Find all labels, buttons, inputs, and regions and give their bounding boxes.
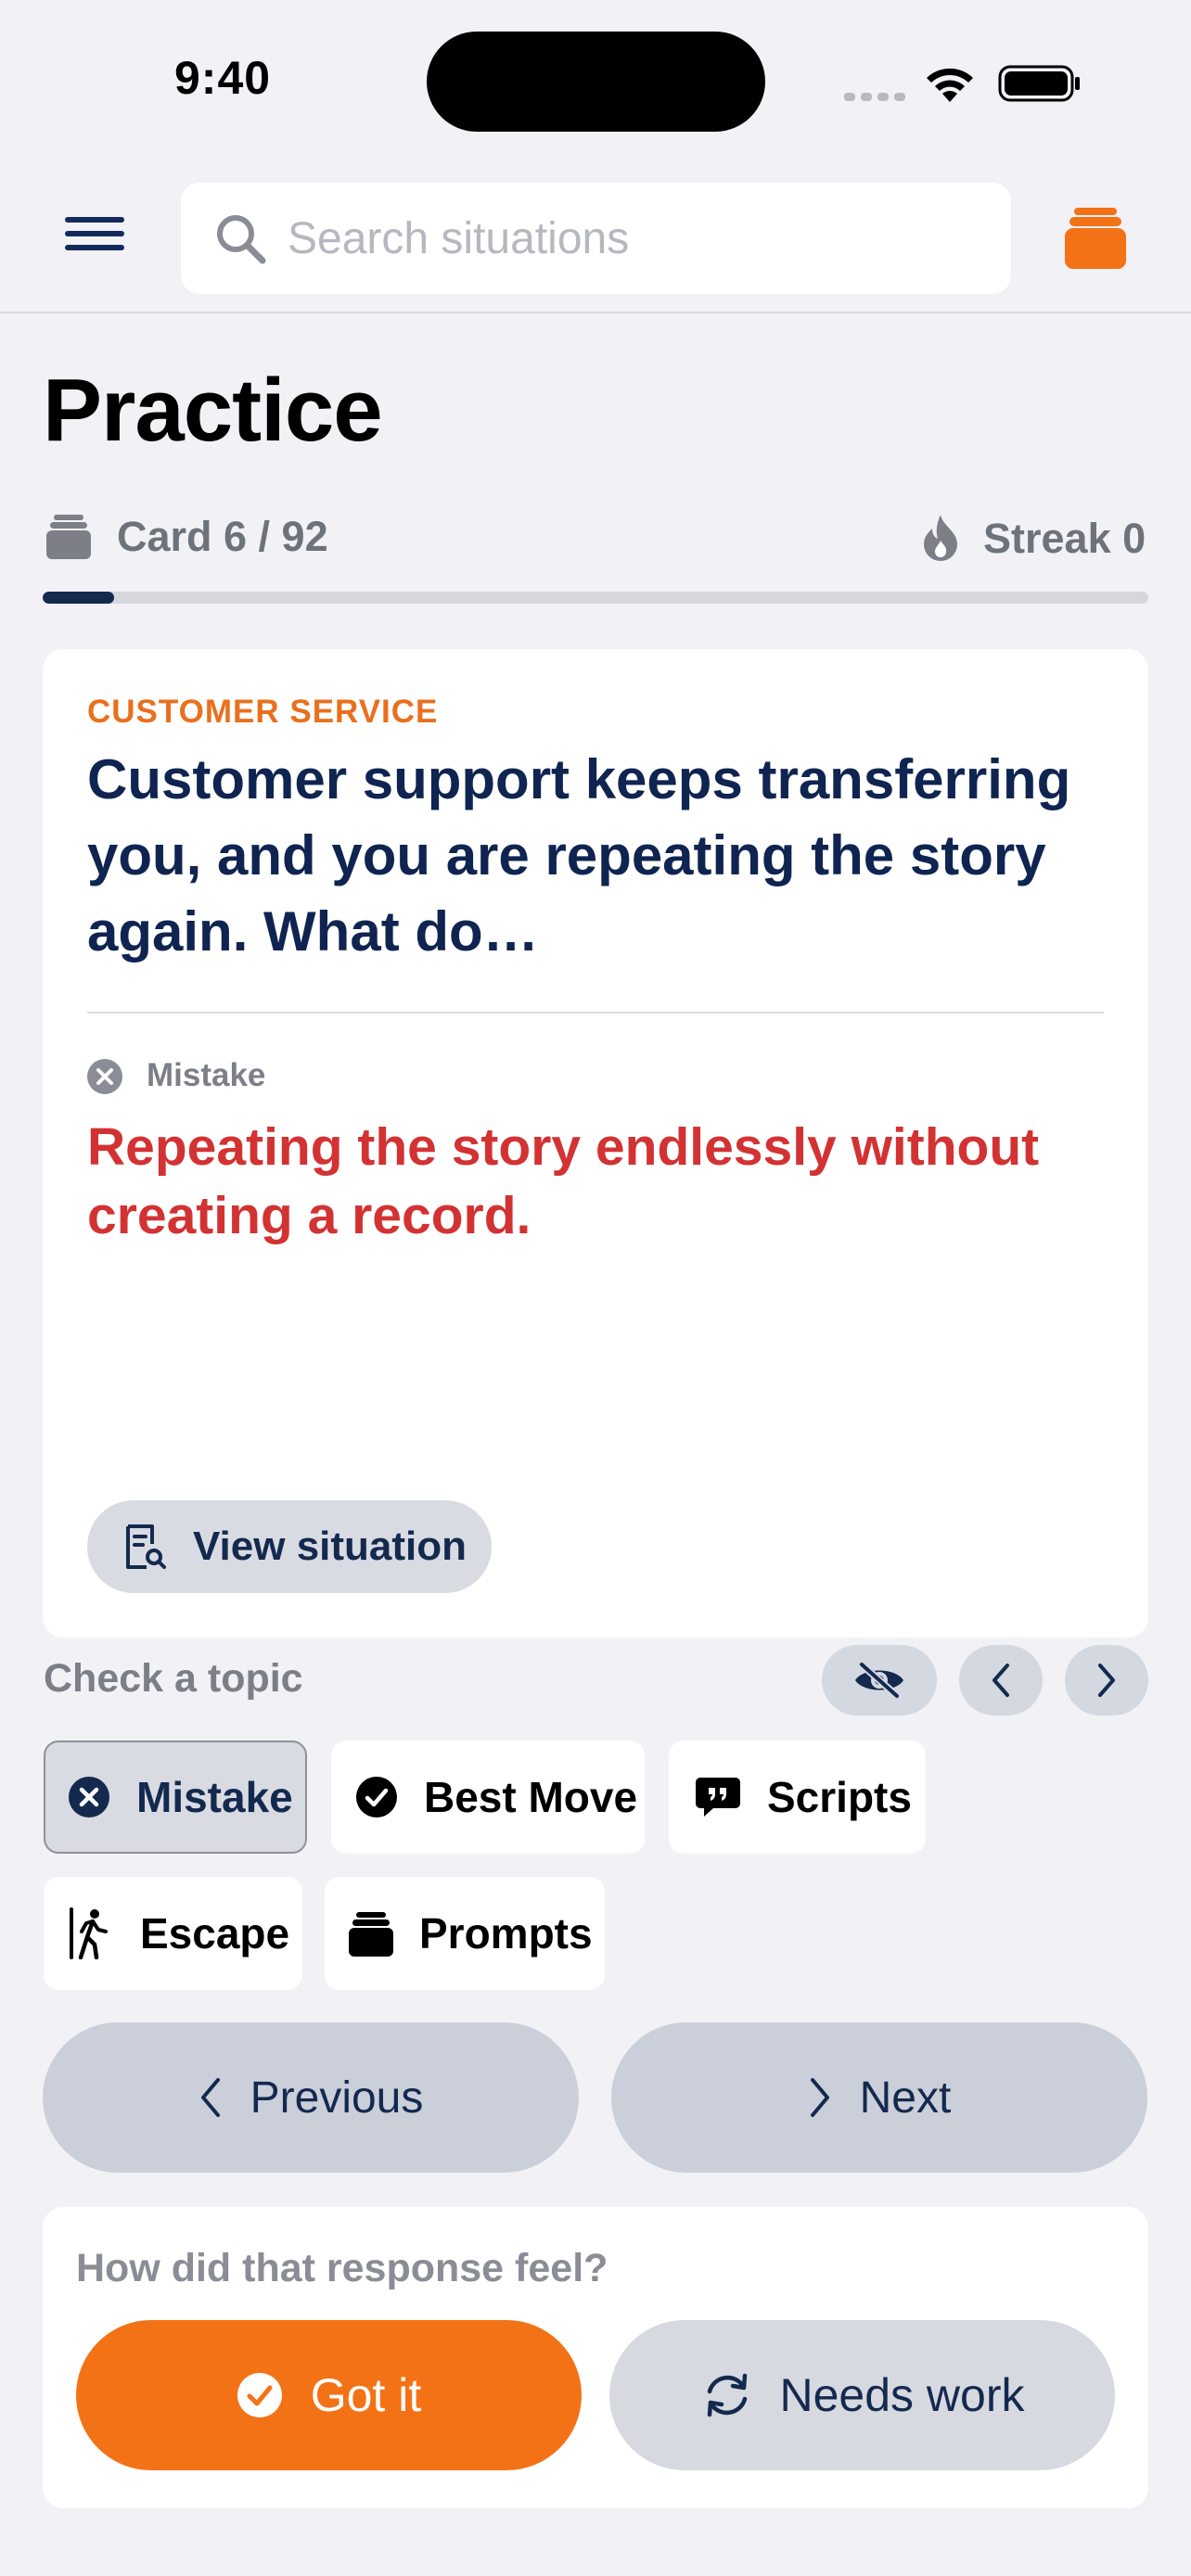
topic-heading: Check a topic [44, 1656, 303, 1701]
got-it-button[interactable]: Got it [76, 2320, 582, 2470]
progress-fill [43, 592, 115, 604]
battery-icon [998, 65, 1080, 102]
topic-chip-label: Escape [140, 1909, 290, 1958]
topic-chip-label: Prompts [419, 1909, 593, 1958]
refresh-icon [707, 2373, 747, 2417]
exit-walk-icon [70, 1907, 108, 1959]
topic-chip-mistake[interactable]: Mistake [44, 1741, 307, 1854]
card-stack-icon [46, 515, 91, 559]
card-question: Customer support keeps transferring you,… [87, 748, 1071, 963]
card-section-label: Mistake [147, 1057, 266, 1093]
chevron-left-icon [200, 2078, 220, 2117]
hide-answer-button[interactable] [822, 1645, 937, 1715]
status-time: 9:40 [174, 52, 272, 104]
topic-chip-scripts[interactable]: Scripts [669, 1741, 926, 1854]
cellular-signal-icon [844, 89, 911, 106]
x-circle-icon [69, 1777, 109, 1817]
previous-button[interactable]: Previous [43, 2022, 579, 2173]
got-it-label: Got it [310, 2369, 422, 2421]
menu-icon [65, 217, 124, 223]
card-divider [87, 1012, 1104, 1014]
search-input[interactable] [288, 206, 974, 271]
card-counter: Card 6 / 92 [117, 513, 328, 560]
search-icon [217, 215, 266, 264]
card-answer: Repeating the story endlessly without cr… [87, 1117, 1040, 1245]
chevron-right-icon [1098, 1664, 1115, 1697]
x-circle-icon [87, 1059, 122, 1094]
card-stack-icon [349, 1912, 393, 1957]
progress-bar [43, 592, 1148, 604]
topic-chip-label: Mistake [136, 1773, 293, 1821]
topic-chip-best-move[interactable]: Best Move [331, 1741, 645, 1854]
needs-work-label: Needs work [779, 2369, 1025, 2421]
page-title: Practice [43, 361, 383, 460]
view-situation-label: View situation [193, 1524, 467, 1569]
feedback-question: How did that response feel? [76, 2246, 608, 2290]
document-search-icon [126, 1524, 166, 1569]
quote-bubble-icon [696, 1778, 740, 1817]
chevron-right-icon [810, 2078, 829, 2117]
topic-chip-label: Scripts [767, 1773, 912, 1821]
topic-chip-prompts[interactable]: Prompts [325, 1877, 605, 1990]
flame-icon [924, 515, 957, 561]
streak-counter: Streak 0 [983, 515, 1146, 562]
chevron-left-icon [992, 1664, 1009, 1697]
topic-chip-label: Best Move [424, 1773, 638, 1821]
dynamic-island [427, 32, 765, 132]
deck-icon[interactable] [1065, 204, 1126, 269]
topic-chip-escape[interactable]: Escape [44, 1877, 302, 1990]
menu-button[interactable] [65, 217, 124, 260]
previous-label: Previous [250, 2072, 424, 2123]
next-topic-button[interactable] [1065, 1645, 1148, 1715]
needs-work-button[interactable]: Needs work [609, 2320, 1115, 2470]
wifi-icon [927, 68, 973, 102]
check-circle-icon [237, 2373, 282, 2417]
next-button[interactable]: Next [611, 2022, 1147, 2173]
next-label: Next [859, 2072, 952, 2123]
card-category: CUSTOMER SERVICE [87, 694, 439, 730]
eye-slash-icon [855, 1662, 903, 1699]
view-situation-button[interactable]: View situation [87, 1500, 492, 1593]
check-circle-icon [356, 1777, 397, 1817]
previous-topic-button[interactable] [959, 1645, 1043, 1715]
